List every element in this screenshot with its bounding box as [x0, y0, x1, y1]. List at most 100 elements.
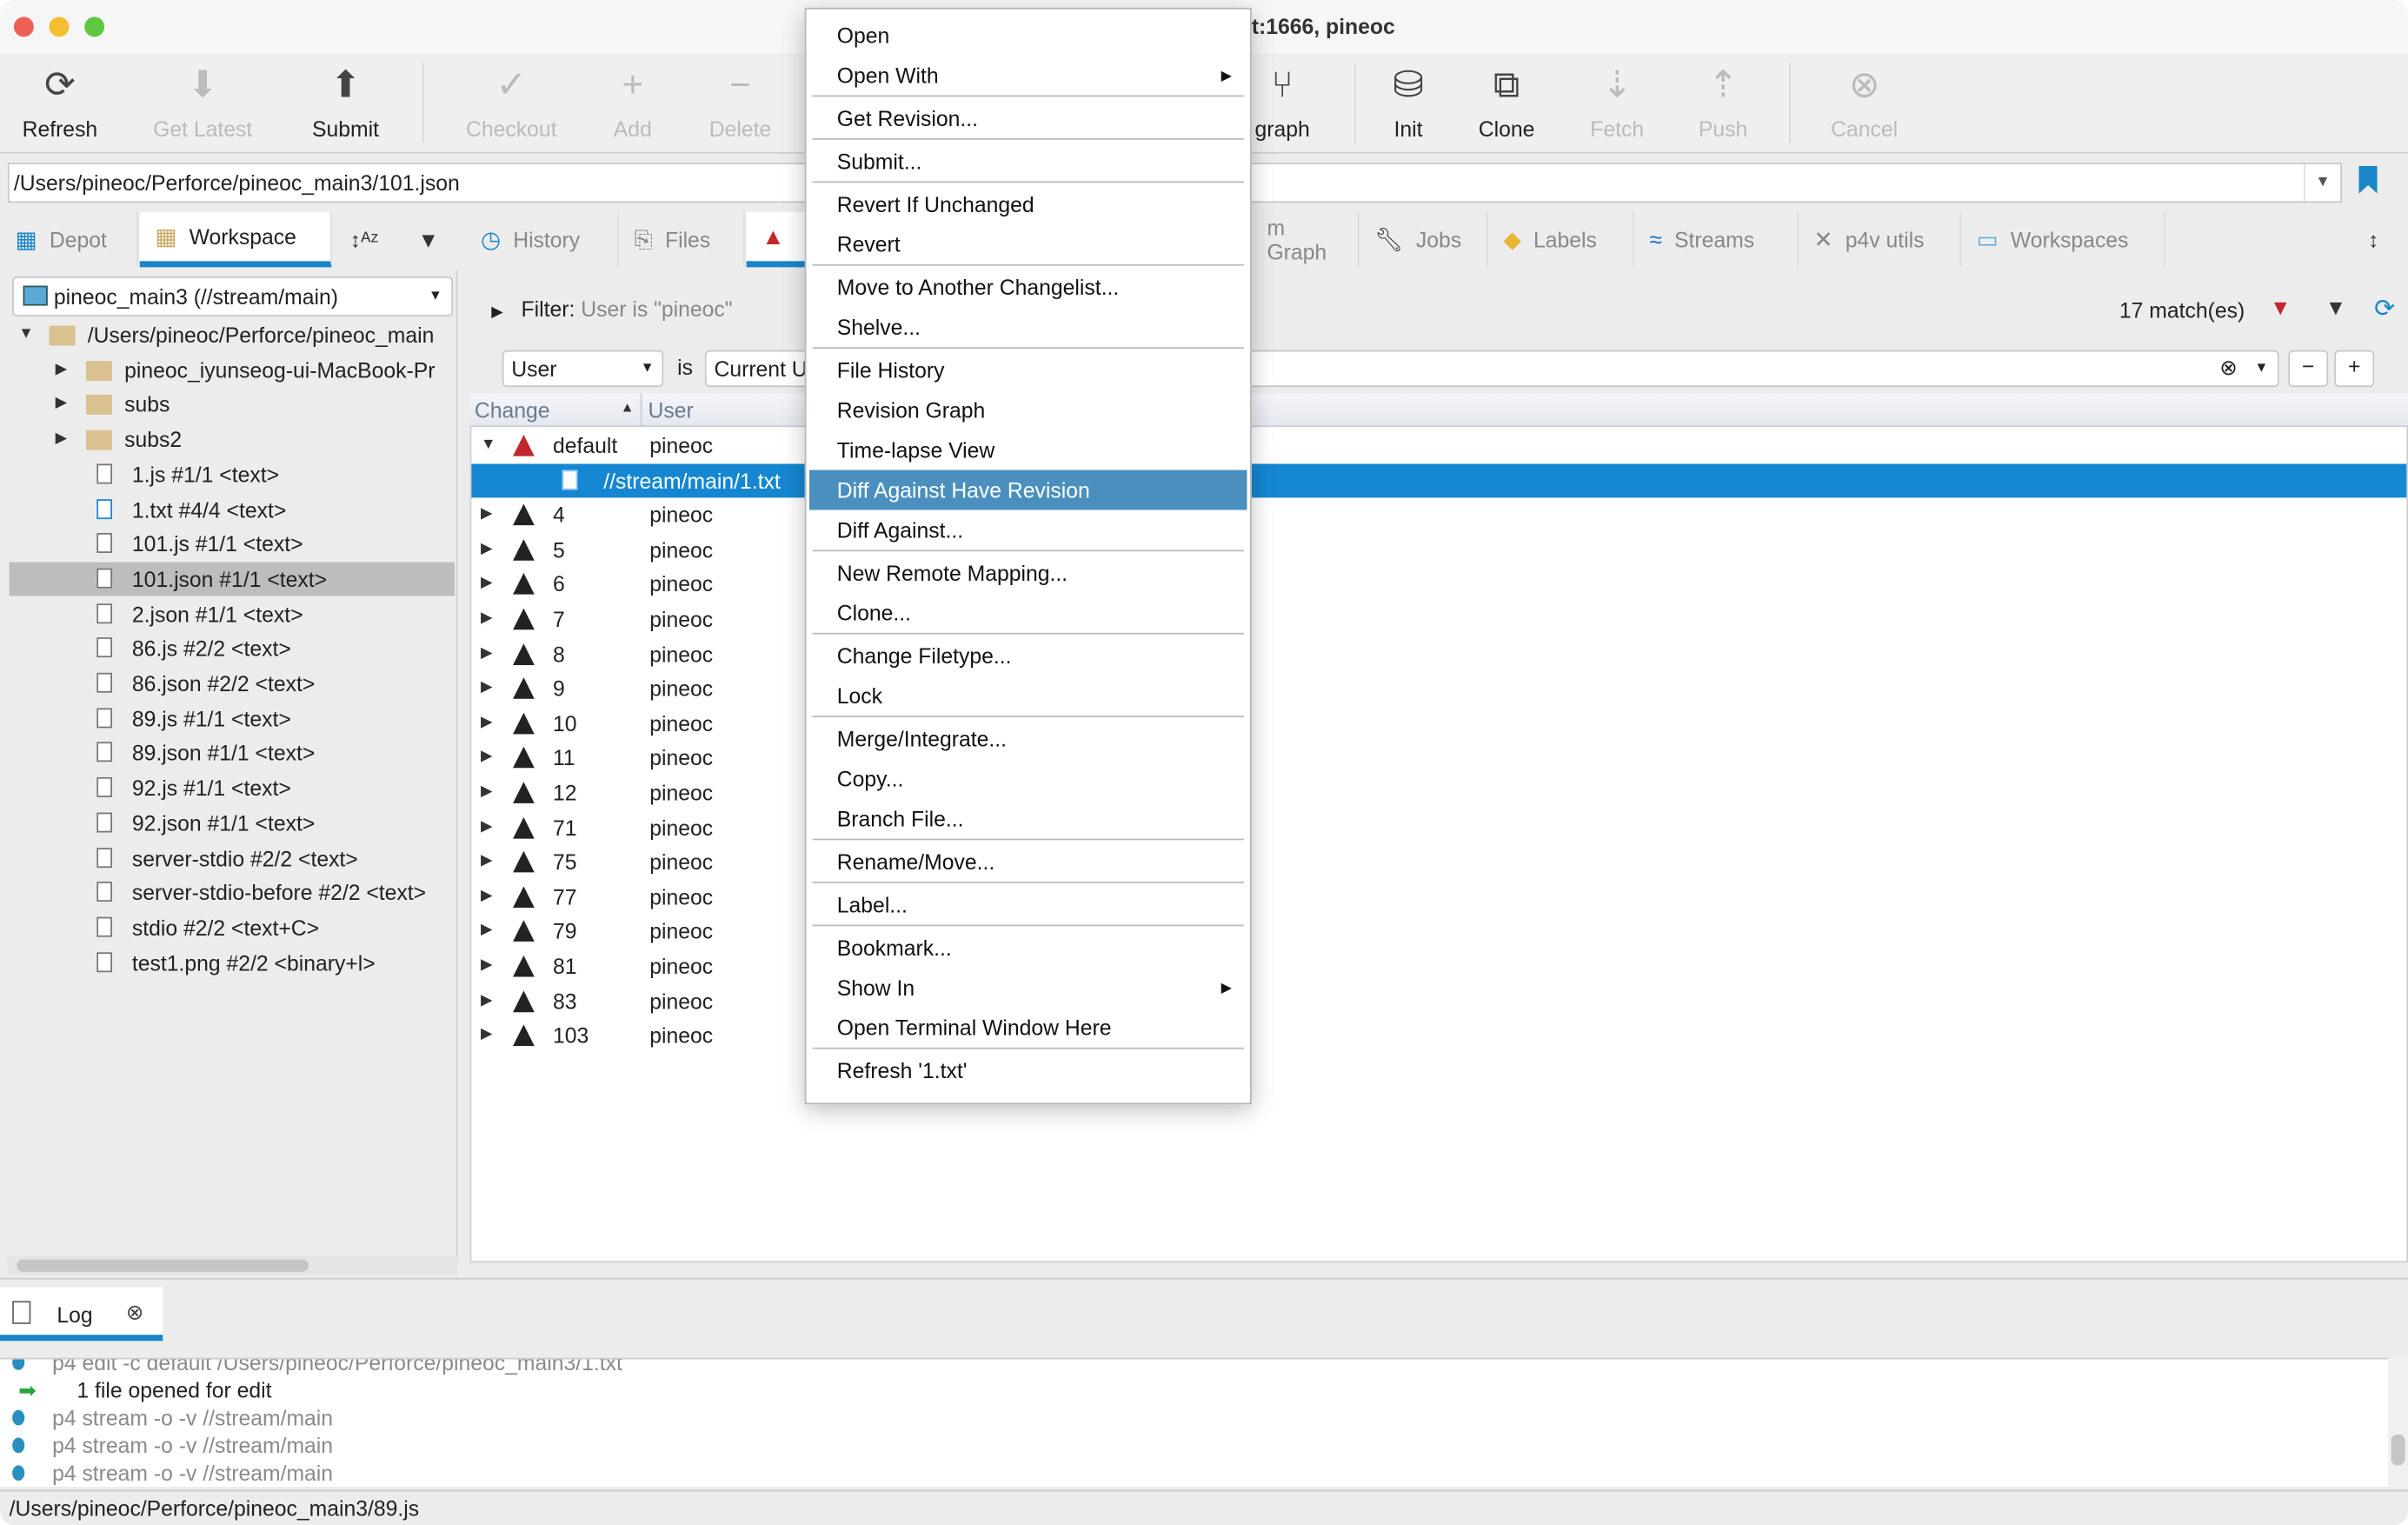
column-header-change[interactable]: Change — [475, 398, 550, 423]
clear-input-icon[interactable]: ⊗ — [2219, 355, 2238, 381]
refresh-button[interactable]: ⟳ Refresh — [0, 63, 122, 141]
column-header-user[interactable]: User — [649, 398, 694, 423]
checkout-button[interactable]: ✓ Checkout — [450, 63, 573, 141]
tree-item[interactable]: ▼ /Users/pineoc/Perforce/pineoc_main — [10, 318, 455, 352]
sort-button[interactable]: ↕ — [2352, 212, 2408, 268]
chevron-right-icon[interactable]: ▶ — [481, 880, 493, 914]
expand-filter-icon[interactable]: ▶ — [491, 304, 503, 321]
chevron-right-icon[interactable]: ▶ — [56, 388, 68, 422]
column-divider[interactable] — [640, 393, 642, 428]
tree-item[interactable]: 101.json #1/1 <text> — [9, 562, 455, 596]
tree-item[interactable]: 92.js #1/1 <text> — [10, 771, 455, 805]
tree-item[interactable]: 92.json #1/1 <text> — [10, 806, 455, 840]
scrollbar-thumb[interactable] — [2391, 1435, 2405, 1466]
tree-item[interactable]: test1.png #2/2 <binary+l> — [10, 946, 455, 980]
menu-item-move-to-another-changelist[interactable]: Move to Another Changelist... — [809, 267, 1247, 307]
menu-item-open[interactable]: Open — [809, 16, 1247, 56]
chevron-right-icon[interactable]: ▶ — [56, 423, 68, 456]
tab-streams[interactable]: ≈ Streams — [1634, 211, 1799, 268]
delete-button[interactable]: − Delete — [679, 63, 802, 141]
push-button[interactable]: ⇡ Push — [1661, 63, 1784, 141]
changelist-row[interactable]: ▶ 8 pineoc — [471, 636, 2406, 670]
tree-item[interactable]: 89.js #1/1 <text> — [10, 702, 455, 736]
submit-button[interactable]: ⬆ Submit — [284, 63, 407, 141]
filter-summary[interactable]: ▶ Filter: User is "pineoc" — [491, 296, 732, 321]
tree-item[interactable]: server-stdio #2/2 <text> — [10, 841, 455, 875]
tree-item[interactable]: 86.json #2/2 <text> — [10, 667, 455, 701]
chevron-down-icon[interactable]: ▼ — [481, 429, 496, 463]
tab-files[interactable]: ⎘ Files — [619, 211, 745, 268]
tab-jobs[interactable]: 🔧︎ Jobs — [1359, 211, 1488, 268]
menu-item-branch-file[interactable]: Branch File... — [809, 799, 1247, 839]
menu-item-open-with[interactable]: Open With ▶ — [809, 56, 1247, 96]
clear-filter-icon[interactable]: ▼ — [2270, 295, 2291, 319]
changelist-row[interactable]: ▶ 83 pineoc — [471, 984, 2406, 1018]
chevron-right-icon[interactable]: ▶ — [481, 810, 493, 844]
menu-item-refresh-1-txt[interactable]: Refresh '1.txt' — [809, 1050, 1247, 1090]
changelist-row[interactable]: ▶ 6 pineoc — [471, 568, 2406, 602]
remove-filter-button[interactable]: − — [2288, 350, 2329, 388]
tab-workspaces[interactable]: ▭ Workspaces — [1961, 211, 2165, 268]
menu-item-open-terminal-window-here[interactable]: Open Terminal Window Here — [809, 1008, 1247, 1048]
tree-item[interactable]: 1.txt #4/4 <text> — [10, 492, 455, 526]
chevron-right-icon[interactable]: ▶ — [481, 603, 493, 636]
changelist-row[interactable]: ▶ 79 pineoc — [471, 915, 2406, 949]
changelist-row[interactable]: ▶ 9 pineoc — [471, 671, 2406, 705]
tree-item[interactable]: ▶ subs — [10, 388, 455, 422]
tab-revision-graph[interactable]: m Graph — [1252, 211, 1360, 268]
changelist-row[interactable]: ▶ 103 pineoc — [471, 1019, 2406, 1053]
chevron-right-icon[interactable]: ▶ — [481, 568, 493, 602]
minimize-window-button[interactable] — [49, 17, 70, 37]
menu-item-diff-against[interactable]: Diff Against... — [809, 510, 1247, 550]
chevron-right-icon[interactable]: ▶ — [481, 845, 493, 879]
menu-item-copy[interactable]: Copy... — [809, 759, 1247, 799]
close-tab-icon[interactable]: ⊗ — [126, 1300, 144, 1326]
menu-item-merge-integrate[interactable]: Merge/Integrate... — [809, 719, 1247, 759]
changelist-row[interactable]: ▶ 71 pineoc — [471, 810, 2406, 844]
menu-item-diff-against-have-revision[interactable]: Diff Against Have Revision — [808, 469, 1247, 510]
menu-item-submit[interactable]: Submit... — [809, 142, 1247, 182]
menu-item-file-history[interactable]: File History — [809, 350, 1247, 390]
changelist-row[interactable]: ▶ 81 pineoc — [471, 949, 2406, 983]
menu-item-revert-if-unchanged[interactable]: Revert If Unchanged — [809, 184, 1247, 224]
tab-workspace[interactable]: ▦ Workspace — [139, 211, 332, 268]
chevron-right-icon[interactable]: ▶ — [481, 741, 493, 775]
tree-item[interactable]: ▶ pineoc_iyunseog-ui-MacBook-Pr — [10, 353, 455, 387]
tree-item[interactable]: server-stdio-before #2/2 <text> — [10, 876, 455, 909]
menu-item-time-lapse-view[interactable]: Time-lapse View — [809, 430, 1247, 470]
menu-item-new-remote-mapping[interactable]: New Remote Mapping... — [809, 553, 1247, 593]
tab-pending[interactable]: ▲ — [746, 211, 808, 268]
tree-item[interactable]: 1.js #1/1 <text> — [10, 457, 455, 491]
tab-depot[interactable]: ▦ Depot — [0, 211, 138, 268]
changelist-row[interactable]: ▶ 5 pineoc — [471, 533, 2406, 567]
tab-labels[interactable]: ◆ Labels — [1488, 211, 1634, 268]
chevron-right-icon[interactable]: ▶ — [481, 671, 493, 705]
menu-item-rename-move[interactable]: Rename/Move... — [809, 842, 1247, 882]
menu-item-shelve[interactable]: Shelve... — [809, 307, 1247, 347]
chevron-right-icon[interactable]: ▶ — [56, 353, 68, 387]
filter-icon[interactable]: ▼ — [2325, 295, 2346, 319]
path-dropdown-chevron-icon[interactable]: ▼ — [2303, 164, 2340, 202]
chevron-right-icon[interactable]: ▶ — [481, 498, 493, 532]
chevron-right-icon[interactable]: ▶ — [481, 636, 493, 670]
chevron-right-icon[interactable]: ▶ — [481, 776, 493, 809]
tree-item[interactable]: ▶ subs2 — [10, 423, 455, 456]
file-row[interactable]: //stream/main/1.txt — [471, 463, 2407, 497]
menu-item-bookmark[interactable]: Bookmark... — [809, 928, 1247, 968]
chevron-down-icon[interactable]: ▼ — [18, 318, 34, 352]
bookmark-icon[interactable] — [2358, 165, 2378, 194]
scrollbar-thumb[interactable] — [17, 1259, 309, 1272]
changelist-row[interactable]: ▶ 7 pineoc — [471, 603, 2406, 636]
menu-item-get-revision[interactable]: Get Revision... — [809, 98, 1247, 138]
refresh-filter-icon[interactable]: ⟳ — [2374, 293, 2395, 323]
changelist-row[interactable]: ▼ default pineoc — [471, 429, 2406, 463]
zoom-window-button[interactable] — [84, 17, 105, 37]
changelist-row[interactable]: ▶ 75 pineoc — [471, 845, 2406, 879]
filter-button[interactable]: ▼ — [402, 212, 458, 268]
log-scrollbar[interactable] — [2388, 1357, 2408, 1488]
chevron-right-icon[interactable]: ▶ — [481, 915, 493, 949]
add-filter-button[interactable]: + — [2334, 350, 2375, 388]
tab-history[interactable]: ◷ History — [465, 211, 619, 268]
tree-item[interactable]: 2.json #1/1 <text> — [10, 596, 455, 630]
menu-item-revert[interactable]: Revert — [809, 224, 1247, 264]
